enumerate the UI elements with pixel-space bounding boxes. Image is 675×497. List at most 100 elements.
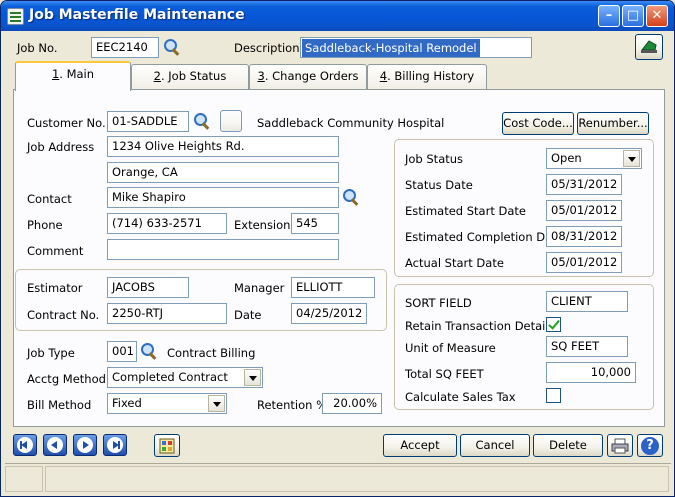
status-pane-icon bbox=[5, 466, 43, 492]
next-record-button[interactable] bbox=[73, 434, 97, 456]
job-masterfile-window: Job Masterfile Maintenance – □ ✕ Job No.… bbox=[0, 0, 675, 497]
contract-no-label: Contract No. bbox=[27, 308, 100, 322]
address-line1-input[interactable]: 1234 Olive Heights Rd. bbox=[107, 136, 339, 157]
job-no-label: Job No. bbox=[17, 41, 58, 55]
job-no-input[interactable]: EEC2140 bbox=[91, 37, 159, 58]
chevron-down-icon[interactable] bbox=[244, 369, 261, 386]
app-icon bbox=[7, 8, 24, 25]
previous-record-icon bbox=[47, 437, 63, 453]
delete-button[interactable]: Delete bbox=[533, 434, 603, 457]
job-type-desc: Contract Billing bbox=[167, 346, 256, 360]
bill-method-value: Fixed bbox=[112, 396, 142, 410]
tab-change-orders[interactable]: 3. Change Orders bbox=[249, 64, 367, 89]
customer-name: Saddleback Community Hospital bbox=[257, 116, 445, 130]
job-status-select[interactable]: Open bbox=[546, 148, 642, 169]
customer-no-input[interactable]: 01-SADDLE bbox=[107, 111, 189, 132]
job-status-label: Job Status bbox=[405, 152, 464, 166]
acctg-method-select[interactable]: Completed Contract bbox=[107, 367, 263, 388]
calc-tax-label: Calculate Sales Tax bbox=[405, 390, 516, 404]
last-record-button[interactable] bbox=[103, 434, 127, 456]
chevron-down-icon[interactable] bbox=[623, 150, 640, 167]
uom-label: Unit of Measure bbox=[405, 341, 496, 355]
comment-input[interactable] bbox=[107, 239, 339, 260]
uom-input[interactable]: SQ FEET bbox=[546, 336, 628, 357]
memo-icon bbox=[640, 40, 657, 53]
contract-no-input[interactable]: 2250-RTJ bbox=[107, 303, 227, 324]
renumber-button[interactable]: Renumber... bbox=[577, 112, 649, 135]
tab-main[interactable]: 1. Main bbox=[15, 61, 131, 91]
date-label: Date bbox=[234, 308, 262, 322]
title-bar: Job Masterfile Maintenance – □ ✕ bbox=[1, 1, 674, 31]
job-type-label: Job Type bbox=[27, 346, 75, 360]
status-date-input[interactable]: 05/31/2012 bbox=[546, 174, 622, 195]
retain-detail-checkbox[interactable] bbox=[546, 317, 561, 332]
retention-input[interactable]: 20.00% bbox=[322, 393, 382, 414]
estimator-input[interactable]: JACOBS bbox=[107, 277, 189, 298]
help-button[interactable]: ? bbox=[637, 434, 663, 457]
calc-tax-checkbox[interactable] bbox=[546, 388, 561, 403]
tab-billing-history[interactable]: 4. Billing History bbox=[367, 64, 487, 89]
retain-detail-label: Retain Transaction Detail bbox=[405, 319, 549, 333]
description-input[interactable]: Saddleback-Hospital Remodel bbox=[300, 37, 532, 58]
status-bar bbox=[5, 463, 671, 494]
print-button[interactable] bbox=[607, 434, 633, 457]
phone-label: Phone bbox=[27, 218, 63, 232]
sort-field-label: SORT FIELD bbox=[405, 296, 472, 310]
tab-job-status[interactable]: 2. Job Status bbox=[131, 64, 249, 89]
address-line2-input[interactable]: Orange, CA bbox=[107, 162, 339, 183]
acctg-method-label: Acctg Method bbox=[27, 372, 106, 386]
printer-icon bbox=[611, 438, 629, 454]
contact-lookup-icon[interactable] bbox=[342, 188, 360, 206]
actual-start-label: Actual Start Date bbox=[405, 256, 504, 270]
grid-icon bbox=[159, 438, 175, 454]
customer-lookup-icon[interactable] bbox=[193, 112, 211, 130]
help-icon: ? bbox=[641, 437, 659, 455]
sort-field-input[interactable]: CLIENT bbox=[546, 291, 628, 312]
est-start-input[interactable]: 05/01/2012 bbox=[546, 200, 622, 221]
last-record-icon bbox=[107, 437, 123, 453]
manager-input[interactable]: ELLIOTT bbox=[291, 277, 375, 298]
close-button[interactable]: ✕ bbox=[646, 5, 668, 27]
extension-label: Extension bbox=[234, 218, 291, 232]
cost-code-button[interactable]: Cost Code... bbox=[502, 112, 574, 135]
lookup-list-button[interactable] bbox=[154, 434, 180, 457]
total-sq-input[interactable]: 10,000 bbox=[546, 362, 636, 383]
customer-link-button[interactable] bbox=[220, 110, 242, 132]
job-type-input[interactable]: 001 bbox=[107, 341, 137, 362]
previous-record-button[interactable] bbox=[43, 434, 67, 456]
job-lookup-icon[interactable] bbox=[163, 38, 181, 56]
next-record-icon bbox=[77, 437, 93, 453]
description-selected-text: Saddleback-Hospital Remodel bbox=[302, 39, 480, 57]
phone-input[interactable]: (714) 633-2571 bbox=[107, 213, 227, 234]
job-address-label: Job Address bbox=[27, 140, 95, 154]
contact-input[interactable]: Mike Shapiro bbox=[107, 187, 339, 208]
chevron-down-icon[interactable] bbox=[208, 395, 225, 412]
actual-start-input[interactable]: 05/01/2012 bbox=[546, 252, 622, 273]
acctg-method-value: Completed Contract bbox=[112, 370, 228, 384]
customer-no-label: Customer No. bbox=[27, 116, 106, 130]
cancel-button[interactable]: Cancel bbox=[460, 434, 530, 457]
maximize-button[interactable]: □ bbox=[622, 5, 644, 27]
est-completion-label: Estimated Completion Date bbox=[405, 230, 564, 244]
status-date-label: Status Date bbox=[405, 178, 473, 192]
job-type-lookup-icon[interactable] bbox=[140, 342, 158, 360]
est-start-label: Estimated Start Date bbox=[405, 204, 526, 218]
estimator-label: Estimator bbox=[27, 281, 83, 295]
job-status-value: Open bbox=[551, 151, 582, 165]
contact-label: Contact bbox=[27, 192, 72, 206]
accept-button[interactable]: Accept bbox=[383, 434, 457, 457]
extension-input[interactable]: 545 bbox=[291, 213, 339, 234]
status-pane-message bbox=[45, 466, 669, 492]
first-record-icon bbox=[17, 437, 33, 453]
minimize-button[interactable]: – bbox=[598, 5, 620, 27]
window-title: Job Masterfile Maintenance bbox=[29, 7, 245, 23]
first-record-button[interactable] bbox=[13, 434, 37, 456]
date-input[interactable]: 04/25/2012 bbox=[291, 303, 367, 324]
retention-label: Retention % bbox=[257, 398, 328, 412]
est-completion-input[interactable]: 08/31/2012 bbox=[546, 226, 622, 247]
description-label: Description bbox=[234, 41, 300, 55]
bill-method-label: Bill Method bbox=[27, 398, 92, 412]
comment-label: Comment bbox=[27, 244, 84, 258]
bill-method-select[interactable]: Fixed bbox=[107, 393, 227, 414]
memo-button[interactable] bbox=[635, 34, 663, 60]
